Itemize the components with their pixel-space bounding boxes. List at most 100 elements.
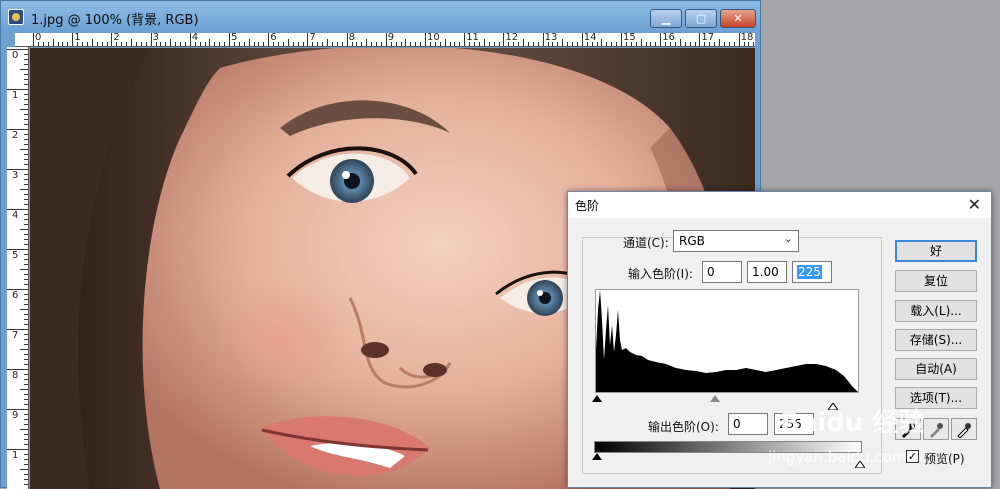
ruler-tick [273, 42, 275, 46]
ruler-left-label: 1 [12, 450, 19, 461]
ruler-tick [24, 84, 28, 85]
ruler-tick [439, 42, 441, 46]
histogram-graph [596, 290, 858, 392]
minimize-button[interactable]: ▁ [650, 9, 682, 28]
ruler-tick [24, 124, 28, 125]
ruler-tick [20, 269, 28, 270]
ruler-tick [537, 42, 539, 46]
ruler-tick [405, 39, 407, 46]
ruler-tick [24, 134, 28, 135]
channel-select[interactable]: RGB ⌄ [673, 230, 799, 252]
vertical-ruler[interactable]: 0 1 2 3 4 5 6 7 8 9 1 [7, 47, 29, 489]
ruler-tick [62, 42, 64, 46]
ruler-tick [96, 42, 98, 46]
dialog-close-icon[interactable]: ✕ [968, 195, 981, 214]
ruler-tick [694, 42, 696, 46]
ruler-tick [24, 344, 28, 345]
ruler-tick [24, 74, 28, 75]
ruler-tick [429, 42, 431, 46]
output-black-field[interactable]: 0 [728, 413, 768, 435]
ruler-tick [24, 419, 28, 420]
ruler-tick [557, 42, 559, 46]
preview-label[interactable]: 预览(P) [924, 450, 965, 467]
save-button[interactable]: 存储(S)... [895, 329, 977, 351]
ruler-tick [581, 33, 583, 46]
ruler-tick [155, 42, 157, 46]
ruler-tick [24, 464, 28, 465]
ruler-tick [327, 39, 328, 46]
ruler-tick [24, 399, 28, 400]
horizontal-ruler[interactable]: 0 1 2 3 4 5 6 7 8 9 10 11 12 13 14 15 16 17 18 [15, 33, 755, 47]
preview-checkbox[interactable]: ✓ [906, 450, 919, 463]
channel-select-value: RGB [679, 234, 705, 248]
ruler-tick [20, 389, 28, 390]
ruler-tick [7, 169, 28, 170]
ruler-tick [670, 42, 671, 46]
document-titlebar[interactable]: 1.jpg @ 100% (背景, RGB) ▁ ▢ ✕ [1, 1, 760, 33]
ruler-tick [699, 33, 701, 46]
output-black-slider[interactable] [592, 453, 602, 460]
ruler-tick [547, 42, 549, 46]
ruler-tick [24, 404, 28, 405]
ok-button[interactable]: 好 [895, 240, 977, 262]
ruler-left-label: 5 [12, 250, 19, 261]
maximize-button[interactable]: ▢ [685, 9, 717, 28]
ruler-tick [219, 42, 221, 46]
ruler-tick [630, 42, 632, 46]
ruler-tick [518, 42, 520, 46]
ruler-tick [738, 33, 740, 46]
ruler-left-label: 8 [12, 370, 19, 381]
ruler-tick [111, 33, 113, 46]
load-button[interactable]: 载入(L)... [895, 300, 977, 322]
watermark-url: jingyan.baidu.com [768, 448, 907, 466]
ruler-tick [20, 189, 28, 190]
ruler-tick [474, 42, 475, 46]
ruler-tick [24, 159, 28, 160]
input-black-slider[interactable] [592, 395, 602, 402]
ruler-top-label: 16 [662, 33, 675, 43]
ruler-tick [645, 42, 647, 46]
ruler-tick [24, 334, 28, 335]
ruler-tick [24, 259, 28, 260]
ruler-tick [385, 33, 387, 46]
ruler-tick [204, 42, 206, 46]
ruler-tick [601, 39, 603, 46]
ruler-tick [312, 42, 314, 46]
input-white-field[interactable]: 225 [792, 261, 832, 283]
ruler-tick [24, 184, 28, 185]
input-white-slider[interactable] [827, 395, 839, 411]
ruler-tick [679, 39, 681, 46]
ruler-tick [371, 42, 373, 46]
ruler-tick [24, 264, 28, 265]
ruler-tick [243, 42, 245, 46]
levels-dialog-titlebar[interactable]: 色阶 ✕ [568, 192, 991, 218]
ruler-tick [24, 119, 28, 120]
ruler-left-label: 7 [12, 330, 19, 341]
ruler-tick [24, 374, 28, 375]
ruler-tick [20, 309, 28, 310]
ruler-tick [24, 299, 28, 300]
output-levels-label: 输出色阶(O): [648, 420, 719, 434]
ruler-tick [24, 274, 28, 275]
chevron-down-icon: ⌄ [783, 232, 793, 245]
gray-eyedropper-icon[interactable] [923, 418, 949, 440]
ruler-tick [24, 204, 28, 205]
input-gamma-slider[interactable] [710, 395, 720, 402]
ruler-tick [356, 42, 358, 46]
white-eyedropper-icon[interactable] [951, 418, 977, 440]
ruler-tick [189, 33, 191, 46]
ruler-tick [52, 39, 54, 46]
reset-button[interactable]: 复位 [895, 270, 977, 292]
input-black-field[interactable]: 0 [702, 261, 742, 283]
close-button[interactable]: ✕ [720, 9, 756, 28]
ruler-tick [72, 33, 74, 46]
ruler-tick [415, 42, 417, 46]
auto-button[interactable]: 自动(A) [895, 358, 977, 380]
ruler-tick [24, 64, 28, 65]
ruler-tick [24, 319, 28, 320]
input-gamma-field[interactable]: 1.00 [747, 261, 787, 283]
ruler-tick [469, 42, 471, 46]
ruler-tick [121, 42, 123, 46]
ruler-left-label: 4 [12, 210, 19, 221]
ruler-top-label: 11 [466, 33, 479, 43]
